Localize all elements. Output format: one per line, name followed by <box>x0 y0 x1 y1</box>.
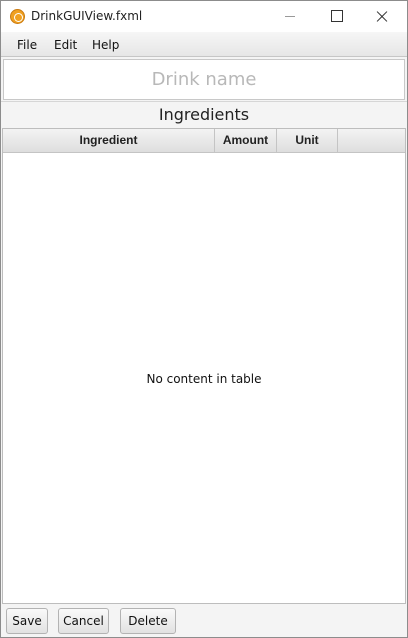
column-header-filler <box>338 129 405 152</box>
column-header-unit[interactable]: Unit <box>277 129 338 152</box>
window-title: DrinkGUIView.fxml <box>31 9 143 23</box>
close-icon[interactable] <box>359 1 405 32</box>
column-header-ingredient[interactable]: Ingredient <box>3 129 215 152</box>
app-window: DrinkGUIView.fxml File Edit Help Ingredi… <box>0 0 408 638</box>
table-empty-message: No content in table <box>146 372 262 386</box>
delete-button[interactable]: Delete <box>120 608 176 634</box>
title-bar[interactable]: DrinkGUIView.fxml <box>1 1 407 32</box>
ingredients-section-label: Ingredients <box>1 101 407 127</box>
app-icon <box>10 9 25 24</box>
ingredients-table[interactable]: Ingredient Amount Unit No content in tab… <box>2 128 406 604</box>
table-header: Ingredient Amount Unit <box>3 129 405 153</box>
button-bar: Save Cancel Delete <box>1 605 407 637</box>
menu-bar: File Edit Help <box>1 32 407 57</box>
menu-file[interactable]: File <box>17 38 37 52</box>
cancel-button[interactable]: Cancel <box>58 608 109 634</box>
column-header-amount[interactable]: Amount <box>215 129 277 152</box>
menu-edit[interactable]: Edit <box>54 38 77 52</box>
menu-help[interactable]: Help <box>92 38 119 52</box>
save-button[interactable]: Save <box>6 608 48 634</box>
minimize-icon[interactable] <box>267 1 313 32</box>
drink-name-input[interactable] <box>3 59 405 100</box>
maximize-icon[interactable] <box>313 1 359 32</box>
